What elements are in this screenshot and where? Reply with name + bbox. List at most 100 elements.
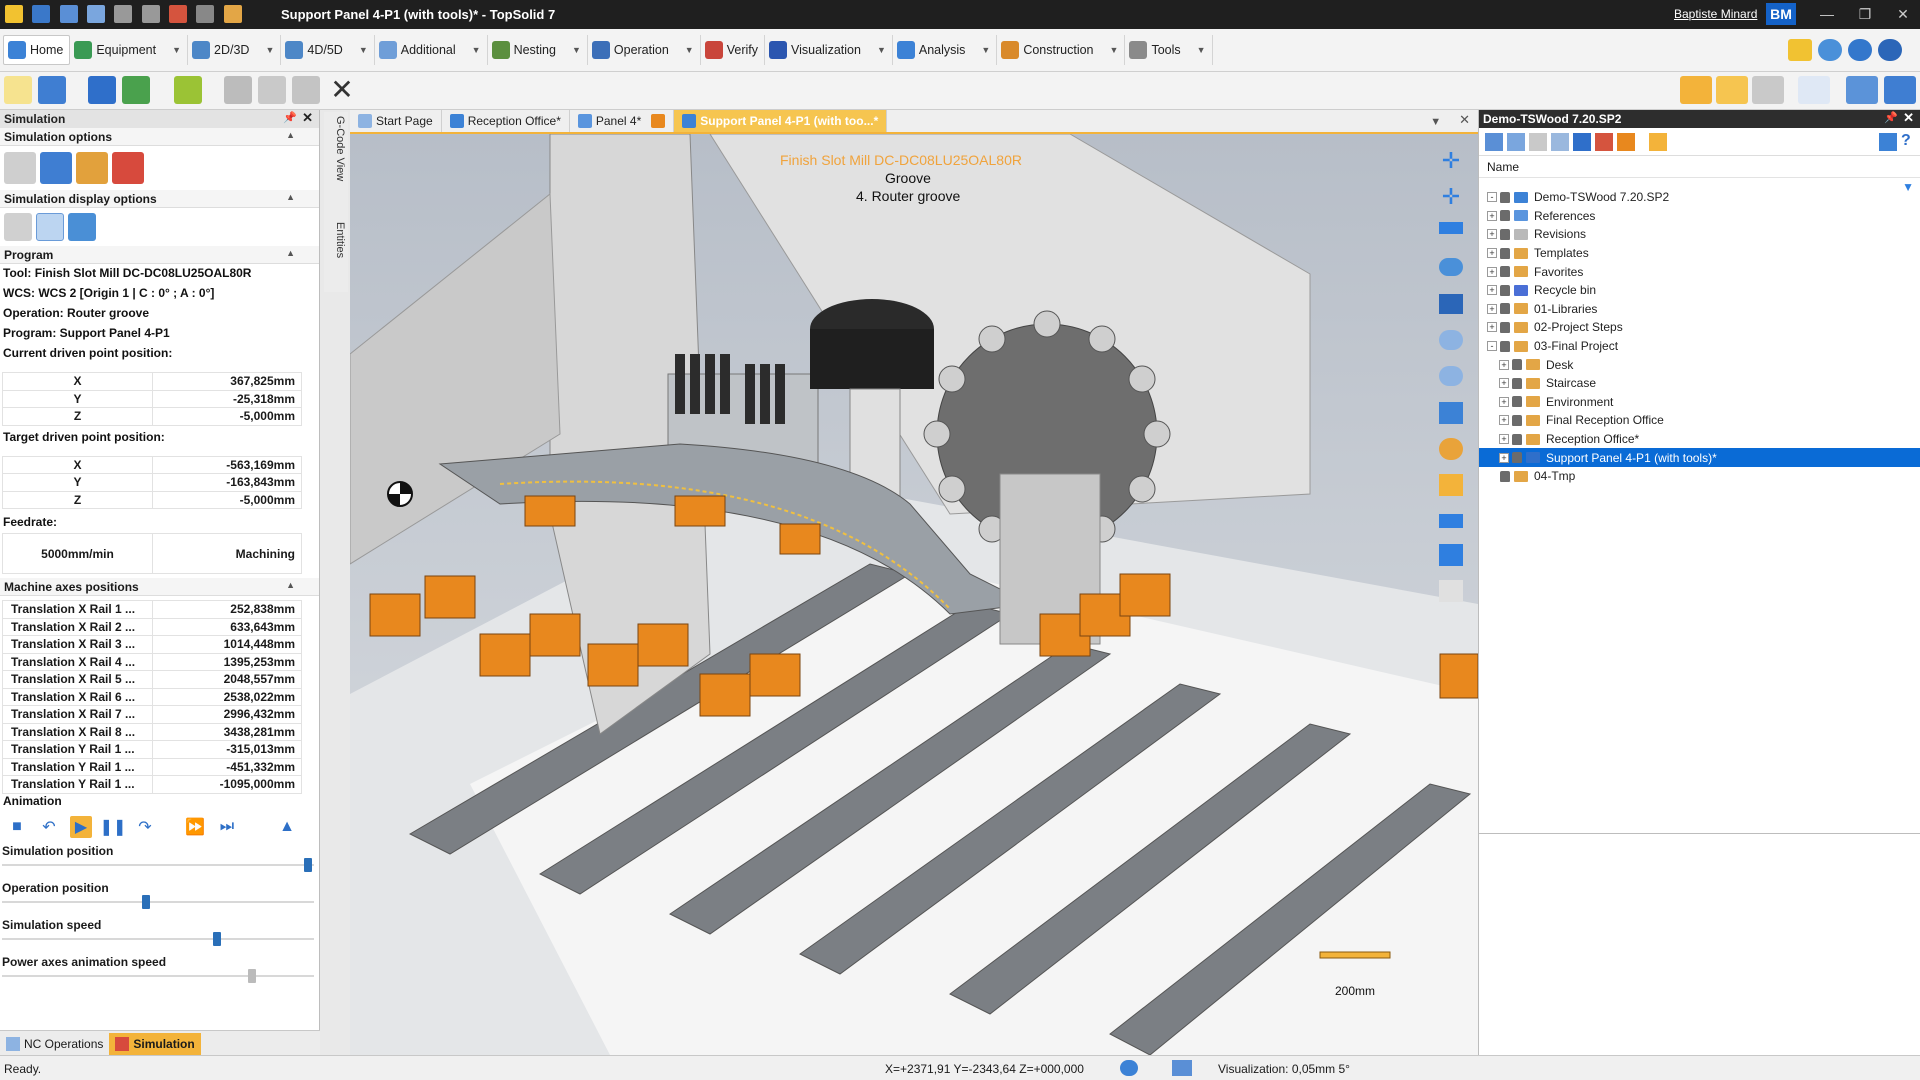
open-document-icon[interactable] <box>38 76 66 104</box>
chevron-down-icon[interactable]: ▼ <box>1110 45 1119 55</box>
undo-icon[interactable] <box>114 5 133 23</box>
sync-icon[interactable] <box>1120 1060 1138 1076</box>
menu-2d3d[interactable]: 2D/3D ▼ <box>188 35 282 65</box>
view-options-icon[interactable] <box>1846 76 1878 104</box>
tab-list-icon[interactable]: ▼ <box>1430 116 1451 132</box>
chevron-up-icon[interactable]: ▲ <box>286 580 295 590</box>
close-document-icon[interactable]: ✕ <box>1451 112 1478 132</box>
expand-toggle-icon[interactable]: + <box>1487 210 1497 221</box>
expand-toggle-icon[interactable]: + <box>1487 229 1497 240</box>
close-icon[interactable]: ✕ <box>302 110 313 126</box>
menu-4d5d[interactable]: 4D/5D ▼ <box>281 35 375 65</box>
expand-toggle-icon[interactable]: + <box>1499 415 1509 426</box>
operation-position-slider[interactable]: Operation position <box>2 881 314 909</box>
slider-thumb[interactable] <box>213 931 222 946</box>
filter-icon[interactable] <box>1595 133 1613 151</box>
help-query-icon[interactable] <box>1439 474 1463 496</box>
stock-icon[interactable] <box>4 152 36 184</box>
new-document-icon[interactable] <box>4 76 32 104</box>
tree-item[interactable]: + Recycle bin <box>1479 281 1920 300</box>
orbit-icon[interactable] <box>1439 258 1463 276</box>
play-icon[interactable]: ▶ <box>70 815 92 838</box>
tab-entities[interactable]: Entities <box>326 222 346 292</box>
filter-row[interactable] <box>1479 178 1920 186</box>
refresh-icon[interactable] <box>196 5 215 23</box>
menu-equipment[interactable]: Equipment ▼ <box>70 35 189 65</box>
fast-forward-icon[interactable]: ⏩ <box>184 816 206 838</box>
tools-icon[interactable] <box>1617 133 1635 151</box>
section-simulation-options[interactable]: Simulation options ▲ <box>0 128 319 146</box>
display-stock-icon[interactable] <box>4 213 32 241</box>
color-palette-icon[interactable] <box>1439 438 1463 460</box>
expand-toggle-icon[interactable]: + <box>1487 266 1497 277</box>
tab-start-page[interactable]: Start Page <box>350 110 442 132</box>
chevron-down-icon[interactable]: ▼ <box>359 45 368 55</box>
close-icon[interactable]: ✕ <box>1903 110 1914 126</box>
check-out-icon[interactable] <box>122 76 150 104</box>
section-simulation-display[interactable]: Simulation display options ▲ <box>0 190 319 208</box>
tab-support-panel[interactable]: Support Panel 4-P1 (with too...* <box>674 110 888 132</box>
tree-item[interactable]: + Favorites <box>1479 262 1920 281</box>
user-name-link[interactable]: Baptiste Minard <box>1674 7 1757 21</box>
expand-toggle-icon[interactable]: + <box>1499 359 1509 370</box>
excel-icon[interactable] <box>1529 133 1547 151</box>
tree-item[interactable]: + Staircase <box>1479 374 1920 393</box>
snap-icon[interactable] <box>1798 76 1830 104</box>
display-path-icon[interactable] <box>36 213 64 241</box>
skip-end-icon[interactable]: ⏭ <box>216 816 238 838</box>
tree-item[interactable]: + References <box>1479 207 1920 226</box>
restore-icon[interactable]: ❐ <box>1850 4 1880 24</box>
tree-item[interactable]: + Revisions <box>1479 225 1920 244</box>
cam-settings-icon[interactable] <box>1716 76 1748 104</box>
tab-gcode-view[interactable]: G-Code View <box>326 116 346 212</box>
sync-icon[interactable] <box>1848 39 1872 61</box>
check-in-icon[interactable] <box>88 76 116 104</box>
eject-icon[interactable]: ▲ <box>276 816 298 838</box>
removal-icon[interactable] <box>112 152 144 184</box>
slider-thumb[interactable] <box>247 968 256 983</box>
paste-icon[interactable] <box>292 76 320 104</box>
visualization-icon[interactable] <box>1172 1060 1192 1076</box>
tab-simulation[interactable]: Simulation <box>109 1032 201 1055</box>
open-icon[interactable] <box>169 5 188 23</box>
menu-tools[interactable]: Tools ▼ <box>1125 35 1213 65</box>
cam-display-icon[interactable] <box>1680 76 1712 104</box>
collision-icon[interactable] <box>76 152 108 184</box>
window-layout-icon[interactable] <box>1884 76 1916 104</box>
tree-icon[interactable] <box>1507 133 1525 151</box>
views-icon[interactable] <box>1439 294 1463 314</box>
export-icon[interactable] <box>1649 133 1667 151</box>
display-tool-icon[interactable] <box>68 213 96 241</box>
expand-toggle-icon[interactable]: + <box>1499 452 1509 463</box>
tree-item[interactable]: + Environment <box>1479 393 1920 412</box>
chevron-down-icon[interactable]: ▼ <box>572 45 581 55</box>
rewind-icon[interactable]: ↶ <box>38 816 60 838</box>
menu-analysis[interactable]: Analysis ▼ <box>893 35 998 65</box>
print-icon[interactable] <box>87 5 106 23</box>
sort-icon[interactable] <box>1573 133 1591 151</box>
expand-toggle-icon[interactable]: + <box>1499 434 1509 445</box>
menu-operation[interactable]: Operation ▼ <box>588 35 701 65</box>
wizard-icon[interactable] <box>1788 39 1812 61</box>
expand-toggle-icon[interactable]: + <box>1487 303 1497 314</box>
section-program[interactable]: Program ▲ <box>0 246 319 264</box>
tree-item[interactable]: + Reception Office* <box>1479 430 1920 449</box>
home-icon[interactable] <box>1485 133 1503 151</box>
tools-icon[interactable] <box>223 5 242 23</box>
update-icon[interactable] <box>174 76 202 104</box>
zoom-out-icon[interactable] <box>1439 366 1463 386</box>
user-avatar[interactable]: BM <box>1766 3 1796 25</box>
search-icon[interactable] <box>1818 39 1842 61</box>
machine-icon[interactable] <box>40 152 72 184</box>
chevron-down-icon[interactable]: ▼ <box>877 45 886 55</box>
visualization-settings[interactable]: Visualization: 0,05mm 5° <box>1218 1062 1350 1076</box>
list-icon[interactable] <box>1551 133 1569 151</box>
help-icon[interactable] <box>1878 39 1902 61</box>
pin-icon[interactable]: 📌 <box>283 111 297 124</box>
delete-icon[interactable]: ✕ <box>328 76 356 104</box>
pan-icon[interactable]: ✛ <box>1439 150 1463 172</box>
slider-thumb[interactable] <box>303 857 312 872</box>
help-icon[interactable]: ? <box>1901 132 1917 150</box>
slider-thumb[interactable] <box>141 894 150 909</box>
stop-icon[interactable]: ■ <box>6 816 28 838</box>
